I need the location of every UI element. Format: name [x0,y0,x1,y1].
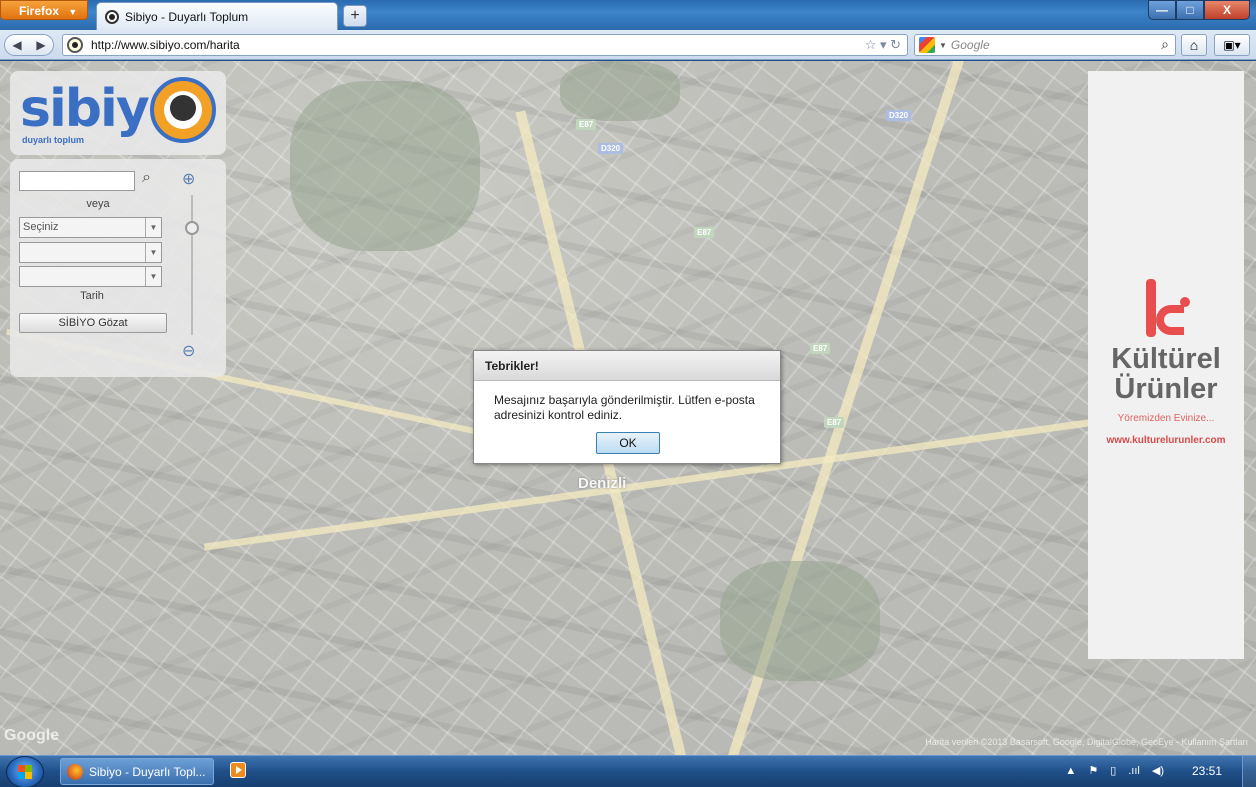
window-controls: — □ X [1148,0,1250,20]
start-button[interactable] [6,756,44,787]
map-controls-panel: ⌕ veya Seçiniz ▼ ▼ ▼ Tarih SİBİYO Gözat … [10,159,226,377]
firefox-menu-button[interactable]: Firefox ▼ [0,0,88,20]
or-label: veya [86,198,110,210]
logo-wordmark: sibiy [20,79,150,139]
chevron-down-icon[interactable]: ▼ [145,243,161,262]
chevron-down-icon: ▼ [68,7,78,17]
search-placeholder[interactable]: Google [951,38,990,52]
addon-button[interactable]: ▣▾ [1214,34,1250,56]
window-titlebar: Firefox ▼ Sibiyo - Duyarlı Toplum + — □ … [0,0,1256,30]
chevron-down-icon[interactable]: ▼ [145,218,161,237]
taskbar-clock[interactable]: 23:51 [1192,764,1222,778]
map-attribution: Harita verileri ©2013 Basarsoft, Google,… [925,737,1248,747]
google-engine-icon[interactable] [919,37,935,53]
taskbar-firefox-item[interactable]: Sibiyo - Duyarlı Topl... [60,758,214,785]
zoom-slider-track[interactable] [191,195,193,335]
media-player-icon[interactable] [230,762,246,778]
show-hidden-icons-icon[interactable]: ▲ [1065,765,1076,777]
firefox-menu-label: Firefox [19,4,60,18]
tab-title: Sibiyo - Duyarlı Toplum [125,9,249,24]
url-text[interactable]: http://www.sibiyo.com/harita [91,38,240,52]
puzzle-icon: ▣▾ [1223,38,1241,52]
close-button[interactable]: X [1204,0,1250,20]
zoom-slider-handle[interactable] [185,221,199,235]
firefox-icon [67,763,83,780]
home-icon: ⌂ [1189,37,1199,53]
maximize-button[interactable]: □ [1176,0,1204,20]
navigation-toolbar: ◀ ▶ http://www.sibiyo.com/harita ☆ ▾ ↻ ▼… [0,30,1256,60]
sibiyo-favicon-icon [105,9,119,24]
search-icon[interactable]: ⌕ [1161,36,1169,53]
category-select-value: Seçiniz [23,221,59,233]
search-input[interactable] [19,171,135,191]
dialog-message: Mesajınız başarıyla gönderilmiştir. Lütf… [494,393,755,422]
alert-dialog: Tebrikler! Mesajınız başarıyla gönderilm… [473,350,781,464]
ad-title-line1: Kültürel [1111,343,1221,375]
minimize-button[interactable]: — [1148,0,1176,20]
site-identity-icon[interactable] [67,37,83,53]
zoom-out-icon[interactable]: ⊖ [182,341,195,361]
advertisement-banner[interactable]: Kültürel Ürünler Yöremizden Evinize... w… [1088,71,1244,659]
forward-arrow-icon[interactable]: ▶ [36,38,45,52]
browser-tab[interactable]: Sibiyo - Duyarlı Toplum [96,2,338,30]
chevron-down-icon[interactable]: ▼ [145,267,161,286]
back-arrow-icon[interactable]: ◀ [12,38,21,52]
url-bar[interactable]: http://www.sibiyo.com/harita ☆ ▾ ↻ [62,34,908,56]
signal-strength-icon[interactable]: .ııl [1128,765,1140,777]
browse-button[interactable]: SİBİYO Gözat [19,313,167,333]
home-button[interactable]: ⌂ [1181,34,1207,56]
eye-logo-icon [150,77,216,143]
new-tab-button[interactable]: + [343,5,367,27]
location-select[interactable]: ▼ [19,266,162,287]
sibiyo-logo[interactable]: sibiy duyarlı toplum [10,71,226,155]
kulturel-urunler-logo-icon [1146,279,1190,339]
search-bar[interactable]: ▼ Google ⌕ [914,34,1176,56]
google-logo: Google [4,727,60,744]
search-icon[interactable]: ⌕ [142,169,151,187]
network-icon[interactable]: ▯ [1110,764,1116,777]
windows-taskbar: Sibiyo - Duyarlı Topl... ▲ ⚑ ▯ .ııl ◀) 2… [0,755,1256,787]
ok-button[interactable]: OK [596,432,660,454]
dialog-title: Tebrikler! [474,351,780,381]
back-forward-buttons: ◀ ▶ [4,34,54,56]
chevron-down-icon[interactable]: ▼ [939,41,947,50]
ad-subtitle: Yöremizden Evinize... [1117,413,1215,424]
ad-title-line2: Ürünler [1114,373,1218,405]
logo-tagline: duyarlı toplum [22,135,85,145]
page-viewport: Denizli E87 D320 E87 D320 E87 E87 Google… [0,61,1256,755]
volume-icon[interactable]: ◀) [1152,764,1164,777]
date-label[interactable]: Tarih [10,290,174,302]
action-center-flag-icon[interactable]: ⚑ [1088,764,1098,777]
subcategory-select[interactable]: ▼ [19,242,162,263]
ad-url-link[interactable]: www.kulturelurunler.com [1088,435,1244,446]
taskbar-item-label: Sibiyo - Duyarlı Topl... [89,764,206,779]
category-select[interactable]: Seçiniz ▼ [19,217,162,238]
show-desktop-button[interactable] [1242,756,1256,787]
zoom-in-icon[interactable]: ⊕ [182,169,195,189]
bookmark-star-icon[interactable]: ☆ ▾ ↻ [865,37,901,53]
